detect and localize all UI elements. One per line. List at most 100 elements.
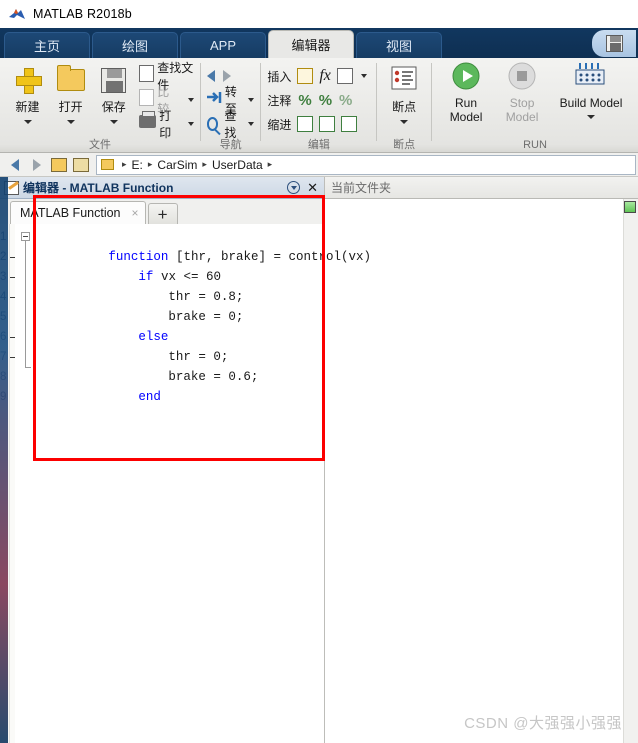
code-text: thr = 0; <box>168 350 229 364</box>
ribbon-tab-apps[interactable]: APP <box>180 32 266 58</box>
find-button[interactable]: 查找 <box>206 109 255 140</box>
watermark: CSDN @大强强小强强 <box>464 715 622 732</box>
ribbon-group-run: Run Model Stop Model Build Model RUN <box>432 58 638 153</box>
build-model-icon <box>574 62 608 95</box>
insert-plot-icon[interactable] <box>336 68 353 84</box>
comment-percent-icon[interactable]: % <box>298 92 311 109</box>
chevron-down-icon[interactable] <box>400 120 409 124</box>
insert-function-icon[interactable]: fx <box>319 67 331 85</box>
insert-row: 插入 fx <box>267 64 367 88</box>
chevron-down-icon[interactable] <box>188 122 194 126</box>
ribbon-group-file: 新建 打开 保存 查找文件 比较 打印 文件 <box>0 58 200 153</box>
run-model-button[interactable]: Run Model <box>438 60 494 124</box>
ribbon-tab-home[interactable]: 主页 <box>4 32 90 58</box>
current-folder-title: 当前文件夹 <box>325 177 638 199</box>
ribbon-tab-view[interactable]: 视图 <box>356 32 442 58</box>
code-keyword: function <box>108 250 169 264</box>
save-button[interactable]: 保存 <box>92 62 135 124</box>
ribbon-group-label-navigate: 导航 <box>219 139 242 151</box>
ribbon-tab-plots[interactable]: 绘图 <box>92 32 178 58</box>
quick-access-save-button[interactable] <box>592 30 636 57</box>
chevron-down-icon[interactable] <box>23 120 32 124</box>
code-editor[interactable]: 1 2 3 4 5 6 7 8 9 <box>0 224 371 743</box>
breakpoints-button[interactable]: 断点 <box>383 62 425 124</box>
save-floppy-icon <box>101 67 127 93</box>
current-folder-body[interactable] <box>325 199 638 743</box>
up-folder-button[interactable] <box>48 155 70 175</box>
breadcrumb-item-0[interactable]: E: <box>132 158 143 172</box>
code-text: brake = 0.6; <box>168 370 259 384</box>
ribbon-group-label-run: RUN <box>523 139 547 151</box>
insert-section-icon[interactable] <box>297 68 314 84</box>
ribbon-tab-editor[interactable]: 编辑器 <box>268 30 354 58</box>
browse-folder-button[interactable] <box>70 155 92 175</box>
current-folder-scrollbar[interactable] <box>623 199 638 743</box>
ribbon: 新建 打开 保存 查找文件 比较 打印 文件 转至 查找 导航 插入 fx 注释… <box>0 58 638 153</box>
floppy-save-icon <box>605 35 623 52</box>
code-fold-line <box>25 241 27 368</box>
back-arrow-icon[interactable] <box>206 70 215 82</box>
code-text-area[interactable]: function [thr, brake] = control(vx) if v… <box>15 224 371 743</box>
chevron-down-icon[interactable] <box>188 98 194 102</box>
stop-model-button[interactable]: Stop Model <box>494 60 550 124</box>
document-tab-close-icon[interactable]: × <box>132 206 139 220</box>
build-model-button[interactable]: Build Model <box>550 60 632 119</box>
code-analyzer-status-icon[interactable] <box>624 201 636 213</box>
smart-indent-icon[interactable] <box>297 116 314 132</box>
indent-row: 缩进 <box>267 112 358 136</box>
code-keyword: if <box>138 270 154 284</box>
title-bar: MATLAB R2018b <box>0 0 638 28</box>
new-document-tab-button[interactable]: + <box>147 203 178 224</box>
chevron-down-icon[interactable] <box>248 122 255 126</box>
code-fold-foot <box>25 367 32 368</box>
open-button[interactable]: 打开 <box>49 62 92 124</box>
ribbon-group-label-edit: 编辑 <box>307 139 330 151</box>
chevron-down-icon[interactable] <box>66 120 75 124</box>
go-to-icon <box>206 91 222 109</box>
chevron-down-icon[interactable] <box>587 115 596 119</box>
current-folder-panel: 当前文件夹 <box>325 177 638 743</box>
new-plus-icon <box>15 67 42 94</box>
address-back-button[interactable] <box>4 155 26 175</box>
chevron-down-icon[interactable] <box>248 98 255 102</box>
indent-left-icon[interactable] <box>341 116 358 132</box>
breadcrumb-item-2[interactable]: UserData <box>212 158 263 172</box>
uncomment-percent-icon[interactable]: % <box>319 92 332 109</box>
breadcrumb-item-1[interactable]: CarSim <box>157 158 197 172</box>
close-icon[interactable]: ✕ <box>307 181 318 194</box>
run-play-icon <box>451 61 481 96</box>
editor-panel: 编辑器 - MATLAB Function ✕ MATLAB Function … <box>0 177 371 743</box>
comment-row: 注释 % % % <box>267 91 353 109</box>
code-fold-toggle-icon[interactable] <box>21 232 31 241</box>
stop-square-icon <box>507 61 537 96</box>
address-forward-button[interactable] <box>26 155 48 175</box>
wrap-comment-icon[interactable]: % <box>339 92 352 109</box>
dock-edge-strip <box>0 177 8 743</box>
document-tab-matlab-function[interactable]: MATLAB Function × <box>10 201 146 224</box>
window-title: MATLAB R2018b <box>33 6 132 21</box>
find-magnifier-icon <box>206 117 219 131</box>
code-text: thr = 0.8; <box>168 290 244 304</box>
address-bar: ▸ E: ▸ CarSim ▸ UserData ▸ <box>0 153 638 177</box>
folder-icon <box>101 159 114 170</box>
editor-panel-titlebar: 编辑器 - MATLAB Function ✕ <box>0 177 324 199</box>
editor-panel-title: 编辑器 - MATLAB Function <box>23 181 174 195</box>
code-keyword: end <box>138 390 161 404</box>
document-tab-bar: MATLAB Function × + <box>0 199 324 224</box>
ribbon-tab-strip: 主页 绘图 APP 编辑器 视图 <box>0 28 638 58</box>
chevron-down-icon[interactable] <box>360 74 367 78</box>
code-line[interactable]: function [thr, brake] = control(vx) <box>15 227 371 264</box>
print-button[interactable]: 打印 <box>139 109 194 140</box>
chevron-down-icon[interactable] <box>109 120 118 124</box>
code-text: brake = 0; <box>168 310 244 324</box>
matlab-logo-icon <box>8 6 26 22</box>
code-text: vx <= 60 <box>153 270 221 284</box>
ribbon-group-label-file: 文件 <box>89 139 111 151</box>
chevron-down-circle-icon[interactable] <box>287 181 301 194</box>
document-tab-label: MATLAB Function <box>20 206 121 220</box>
forward-arrow-icon[interactable] <box>222 70 231 82</box>
ribbon-group-navigate: 转至 查找 导航 <box>201 58 261 153</box>
new-button[interactable]: 新建 <box>6 62 49 124</box>
indent-right-icon[interactable] <box>319 116 336 132</box>
breadcrumb[interactable]: ▸ E: ▸ CarSim ▸ UserData ▸ <box>96 154 636 175</box>
